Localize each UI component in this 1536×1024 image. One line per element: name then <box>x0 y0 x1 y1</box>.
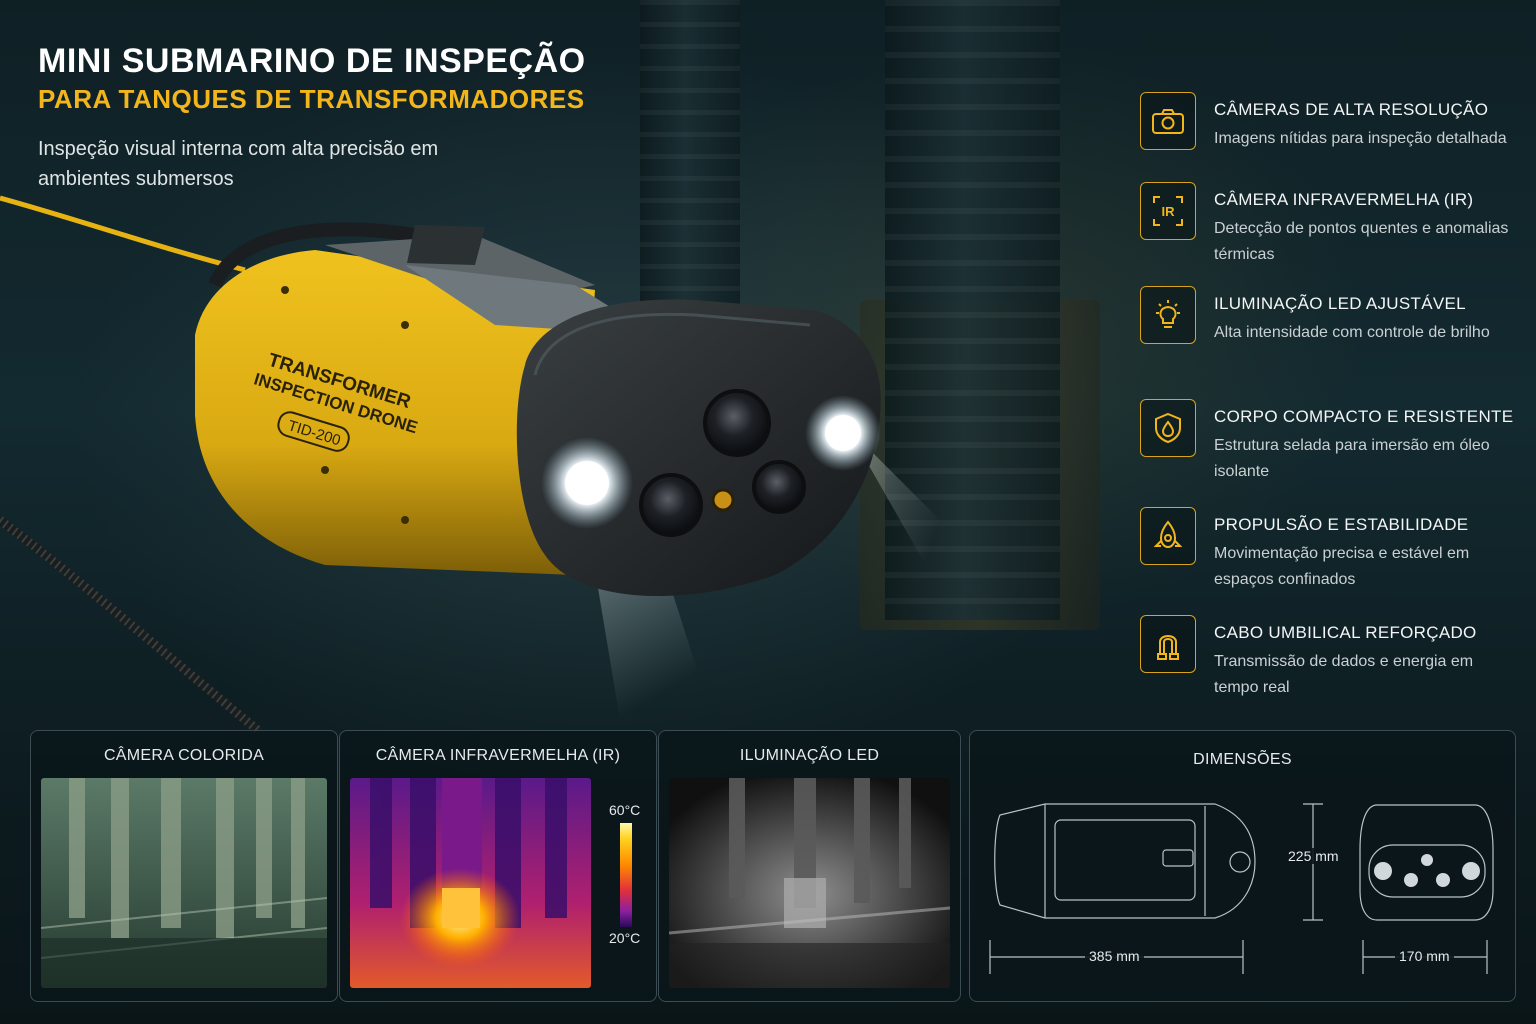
led-image <box>669 778 950 988</box>
lightbulb-icon <box>1140 286 1196 344</box>
ir-camera-image <box>350 778 591 988</box>
panel-title: CÂMERA INFRAVERMELHA (IR) <box>375 747 621 764</box>
feature-title: CORPO COMPACTO E RESISTENTE <box>1214 407 1514 426</box>
panel-title: CÂMERA COLORIDA <box>103 747 265 764</box>
feature-description: Alta intensidade com controle de brilho <box>1214 324 1490 341</box>
feature-description: Transmissão de dados e energia em tempo … <box>1214 653 1474 696</box>
propulsion-icon <box>1140 507 1196 565</box>
dimension-width: 170 mm <box>1395 948 1454 964</box>
header: MINI SUBMARINO DE INSPEÇÃO PARA TANQUES … <box>38 42 658 194</box>
cable-icon <box>1140 615 1196 673</box>
feature-description: Estrutura selada para imersão em óleo is… <box>1214 437 1490 480</box>
page-title: MINI SUBMARINO DE INSPEÇÃO <box>38 42 586 80</box>
shield-drop-icon <box>1140 399 1196 457</box>
ir-scale-max: 60°C <box>609 802 641 818</box>
panel-title: DIMENSÕES <box>1193 751 1292 768</box>
dimension-height: 225 mm <box>1284 848 1343 864</box>
feature-description: Detecção de pontos quentes e anomalias t… <box>1214 220 1509 263</box>
feature-title: ILUMINAÇÃO LED AJUSTÁVEL <box>1214 294 1466 313</box>
panel-title: ILUMINAÇÃO LED <box>739 747 880 764</box>
feature-description: Movimentação precisa e estável em espaço… <box>1214 545 1470 588</box>
page-description: Inspeção visual interna com alta precisã… <box>38 138 439 190</box>
ir-temperature-scale <box>620 823 632 927</box>
feature-title: CÂMERAS DE ALTA RESOLUÇÃO <box>1214 100 1489 119</box>
color-camera-image <box>41 778 327 988</box>
ir-scale-min: 20°C <box>609 930 641 946</box>
feature-title: CABO UMBILICAL REFORÇADO <box>1214 623 1477 642</box>
dimension-length: 385 mm <box>1085 948 1144 964</box>
feature-title: CÂMERA INFRAVERMELHA (IR) <box>1214 190 1474 209</box>
feature-title: PROPULSÃO E ESTABILIDADE <box>1214 515 1469 534</box>
camera-icon <box>1140 92 1196 150</box>
feature-description: Imagens nítidas para inspeção detalhada <box>1214 130 1507 147</box>
svg-text:IR: IR <box>1162 204 1176 219</box>
inspection-drone: TRANSFORMER INSPECTION DRONE TID-200 <box>195 222 881 597</box>
page-subtitle: PARA TANQUES DE TRANSFORMADORES <box>38 84 585 114</box>
infrared-icon: IR <box>1140 182 1196 240</box>
